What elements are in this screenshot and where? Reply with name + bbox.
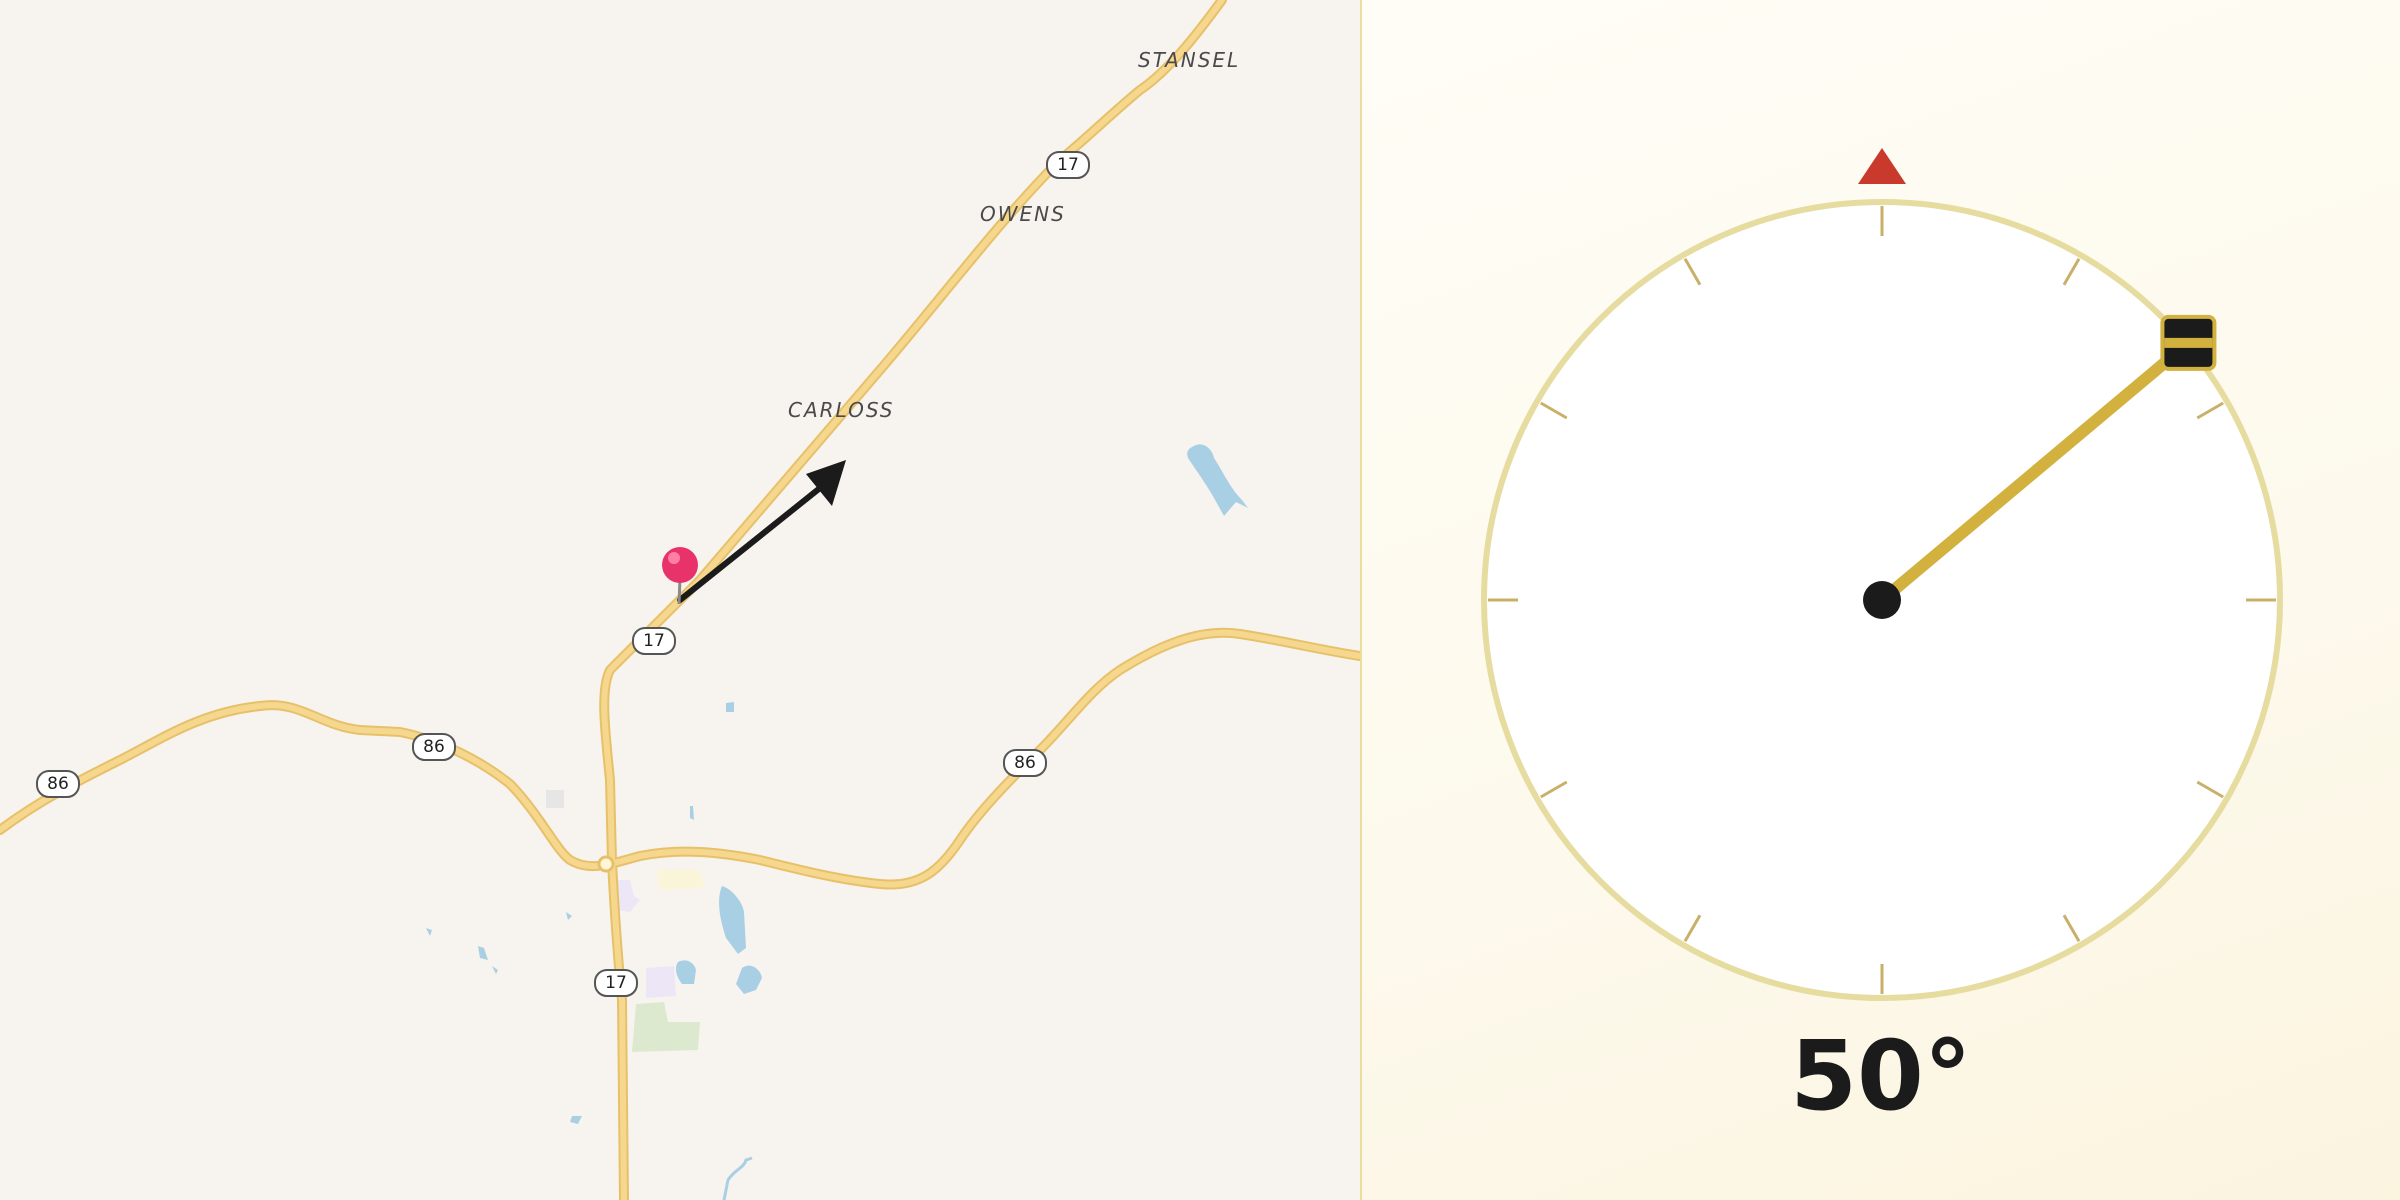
place-label-carloss: CARLOSS: [788, 398, 895, 422]
lake-northeast: [1187, 444, 1248, 516]
pond-a: [726, 702, 734, 712]
route-shield-17: 17: [632, 627, 676, 655]
compass-panel: 50°: [1362, 0, 2400, 1200]
north-triangle-icon: [1858, 148, 1906, 184]
lake-center: [719, 886, 746, 954]
route-shield-17: 17: [1046, 151, 1090, 179]
patch-green: [632, 1002, 700, 1052]
pond-c: [675, 960, 696, 984]
junction: [597, 855, 615, 873]
heading-readout: 50°: [1790, 1020, 1972, 1132]
pond-f: [492, 966, 498, 974]
water-features: [426, 444, 1248, 1200]
pond-g: [426, 928, 432, 936]
pond-d: [736, 965, 762, 994]
creek: [722, 1156, 753, 1200]
patch-grey: [546, 790, 564, 808]
direction-arrow-icon: [677, 460, 846, 603]
route-shield-86: 86: [412, 733, 456, 761]
place-label-stansel: STANSEL: [1138, 48, 1241, 72]
pond-b: [690, 806, 694, 820]
pond-i: [570, 1116, 582, 1124]
patch-lavender-2: [646, 966, 676, 998]
place-label-owens: OWENS: [980, 202, 1066, 226]
needle-hub: [1863, 581, 1901, 619]
route-shield-86: 86: [1003, 749, 1047, 777]
route-shield-86: 86: [36, 770, 80, 798]
map-pin-icon[interactable]: [662, 547, 698, 605]
map-canvas[interactable]: [0, 0, 1360, 1200]
needle-handle-icon[interactable]: [2160, 314, 2217, 371]
map-view[interactable]: STANSEL OWENS CARLOSS 17 17 17 86 86 86: [0, 0, 1360, 1200]
pond-h: [566, 912, 572, 920]
patch-yellow: [656, 870, 704, 890]
pond-e: [478, 946, 488, 960]
route-shield-17: 17: [594, 969, 638, 997]
